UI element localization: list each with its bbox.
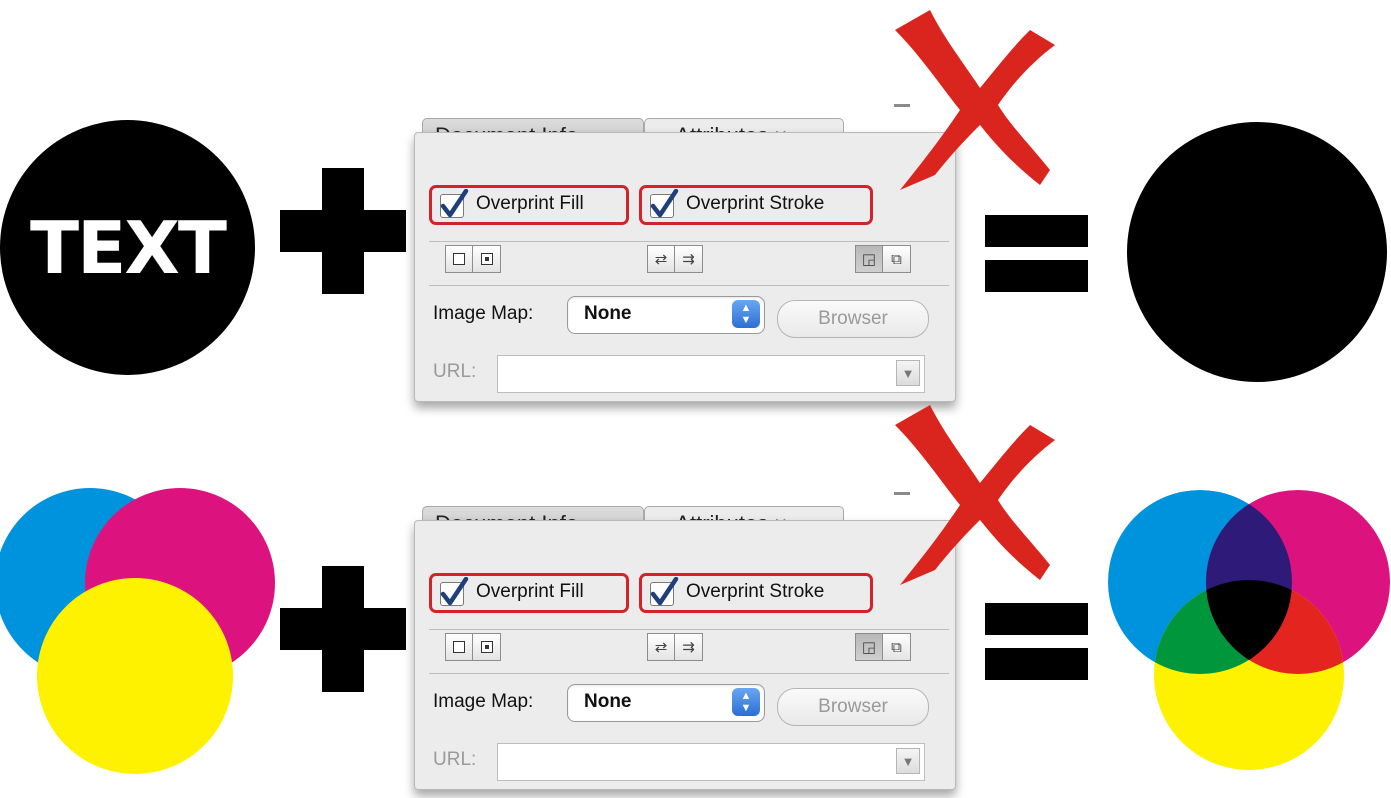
divider xyxy=(429,673,949,674)
overprint-stroke-label: Overprint Stroke xyxy=(686,193,825,214)
overprint-stroke-label: Overprint Stroke xyxy=(686,581,825,602)
hide-center-button[interactable] xyxy=(445,633,473,661)
image-map-label: Image Map: xyxy=(433,691,534,712)
url-input[interactable]: ▼ xyxy=(497,355,925,393)
stepper-arrows-icon: ▲ ▼ xyxy=(732,300,760,328)
browser-button[interactable]: Browser xyxy=(777,300,929,338)
divider xyxy=(429,629,949,630)
dropdown-arrow-icon[interactable]: ▼ xyxy=(896,748,920,774)
cmy-separate-circles xyxy=(0,488,275,774)
reverse-path-on-button[interactable]: ⇉ xyxy=(675,245,703,273)
reverse-path-on-button[interactable]: ⇉ xyxy=(675,633,703,661)
reverse-path-off-button[interactable]: ⇄ xyxy=(647,245,675,273)
direction-button-group: ⇄ ⇉ xyxy=(647,633,703,663)
dropdown-arrow-icon[interactable]: ▼ xyxy=(896,360,920,386)
reverse-path-off-button[interactable]: ⇄ xyxy=(647,633,675,661)
black-result-circle xyxy=(1127,122,1387,382)
overprint-stroke-checkbox[interactable]: Overprint Stroke xyxy=(639,573,873,613)
x-mark-icon xyxy=(895,405,1055,585)
divider xyxy=(429,241,949,242)
even-odd-button[interactable]: ⧉ xyxy=(883,633,911,661)
url-label: URL: xyxy=(433,361,477,382)
url-input[interactable]: ▼ xyxy=(497,743,925,781)
overprint-fill-label: Overprint Fill xyxy=(476,581,584,602)
non-zero-winding-button[interactable]: ◲ xyxy=(855,245,883,273)
overprint-fill-checkbox[interactable]: Overprint Fill xyxy=(429,573,629,613)
even-odd-button[interactable]: ⧉ xyxy=(883,245,911,273)
show-center-button[interactable] xyxy=(473,245,501,273)
text-circle: TEXT xyxy=(0,120,255,375)
fill-rule-button-group: ◲ ⧉ xyxy=(855,633,911,663)
x-mark-icon xyxy=(895,10,1055,190)
stepper-arrows-icon: ▲ ▼ xyxy=(732,688,760,716)
overprint-fill-label: Overprint Fill xyxy=(476,193,584,214)
divider xyxy=(429,285,949,286)
shape-button-group xyxy=(445,633,501,663)
browser-button[interactable]: Browser xyxy=(777,688,929,726)
checkbox-icon xyxy=(440,577,469,606)
non-zero-winding-button[interactable]: ◲ xyxy=(855,633,883,661)
hide-center-button[interactable] xyxy=(445,245,473,273)
checkbox-icon xyxy=(650,189,679,218)
show-center-button[interactable] xyxy=(473,633,501,661)
fill-rule-button-group: ◲ ⧉ xyxy=(855,245,911,275)
url-label: URL: xyxy=(433,749,477,770)
panel-body: Overprint Fill Overprint Stroke ⇄ ⇉ ◲ ⧉ … xyxy=(414,132,956,402)
checkbox-icon xyxy=(440,189,469,218)
shape-button-group xyxy=(445,245,501,275)
image-map-select[interactable]: None ▲ ▼ xyxy=(567,296,765,334)
checkbox-icon xyxy=(650,577,679,606)
overprint-fill-checkbox[interactable]: Overprint Fill xyxy=(429,185,629,225)
image-map-select[interactable]: None ▲ ▼ xyxy=(567,684,765,722)
circle-text-label: TEXT xyxy=(30,206,227,290)
overprint-stroke-checkbox[interactable]: Overprint Stroke xyxy=(639,185,873,225)
direction-button-group: ⇄ ⇉ xyxy=(647,245,703,275)
image-map-label: Image Map: xyxy=(433,303,534,324)
panel-body: Overprint Fill Overprint Stroke ⇄ ⇉ ◲ ⧉ … xyxy=(414,520,956,790)
cmy-overprint-circles xyxy=(1108,490,1390,770)
